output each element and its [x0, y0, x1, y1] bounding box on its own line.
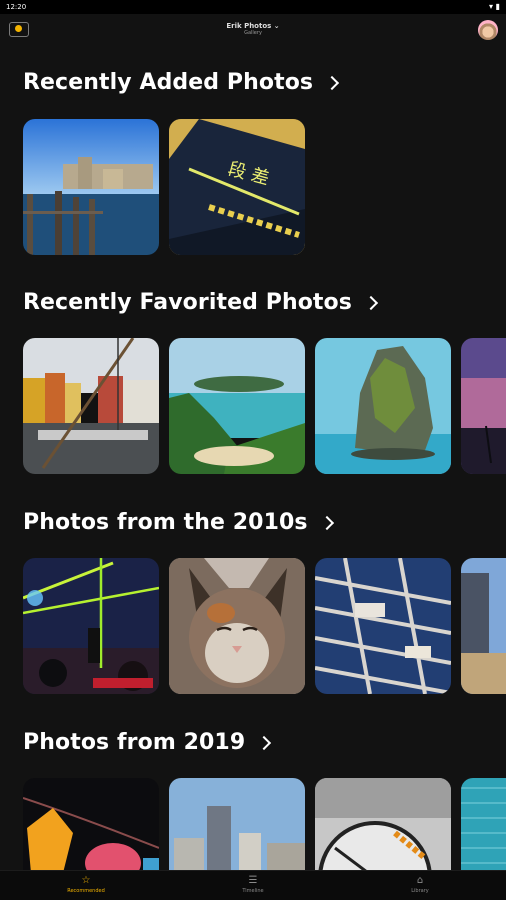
photo-thumbnail[interactable] [169, 778, 305, 871]
photo-thumbnail[interactable] [23, 338, 159, 474]
app-bar: Erik Photos ⌄ Gallery [0, 14, 506, 46]
photo-thumbnail[interactable] [169, 338, 305, 474]
status-time: 12:20 [6, 3, 27, 11]
section-2010s-header[interactable]: Photos from the 2010s [23, 510, 334, 535]
battery-icon: ▮ [495, 2, 500, 11]
photos-2019-row [23, 778, 506, 871]
section-title: Photos from the 2010s [23, 510, 308, 535]
status-bar: 12:20 ▾ ▮ [0, 0, 506, 14]
photo-thumbnail[interactable] [315, 338, 451, 474]
nav-label: Timeline [242, 888, 264, 894]
nav-timeline[interactable]: ☰ Timeline [169, 871, 337, 900]
status-icons: ▾ ▮ [489, 2, 500, 11]
photo-thumbnail[interactable] [315, 778, 451, 871]
photo-thumbnail[interactable] [461, 338, 506, 474]
library-icon: ⌂ [416, 875, 424, 886]
chevron-right-icon [363, 295, 379, 310]
photo-thumbnail[interactable] [23, 558, 159, 694]
section-recently-favorited-header[interactable]: Recently Favorited Photos [23, 290, 379, 315]
photo-thumbnail[interactable] [461, 558, 506, 694]
photo-thumbnail[interactable] [23, 119, 159, 255]
wifi-icon: ▾ [489, 2, 494, 11]
timeline-icon: ☰ [248, 875, 258, 886]
photos-2010s-row [23, 558, 506, 694]
section-title: Recently Favorited Photos [23, 290, 352, 315]
chevron-down-icon: ⌄ [273, 22, 280, 30]
library-title: Erik Photos [226, 22, 272, 30]
nav-recommended[interactable]: ☆ Recommended [2, 871, 170, 900]
section-title: Photos from 2019 [23, 730, 246, 755]
library-subtitle: Gallery [244, 30, 262, 36]
bottom-navigation: ☆ Recommended ☰ Timeline ⌂ Library [0, 870, 506, 900]
photo-thumbnail[interactable] [461, 778, 506, 871]
star-icon: ☆ [81, 875, 91, 886]
photo-thumbnail[interactable] [23, 778, 159, 871]
section-2019-header[interactable]: Photos from 2019 [23, 730, 272, 755]
nav-library[interactable]: ⌂ Library [336, 871, 504, 900]
photo-thumbnail[interactable] [315, 558, 451, 694]
photo-thumbnail[interactable]: 段 差 [169, 119, 305, 255]
nav-label: Library [411, 888, 429, 894]
section-title: Recently Added Photos [23, 70, 314, 95]
chevron-right-icon [257, 735, 272, 750]
nav-label: Recommended [67, 888, 105, 894]
photo-thumbnail[interactable] [169, 558, 305, 694]
recently-favorited-row [23, 338, 506, 474]
recently-added-row: 段 差 [23, 119, 506, 255]
chevron-right-icon [319, 515, 334, 530]
section-recently-added-header[interactable]: Recently Added Photos [23, 70, 340, 95]
chevron-right-icon [325, 75, 340, 90]
avatar[interactable] [478, 20, 498, 40]
library-selector[interactable]: Erik Photos ⌄ Gallery [0, 22, 506, 36]
